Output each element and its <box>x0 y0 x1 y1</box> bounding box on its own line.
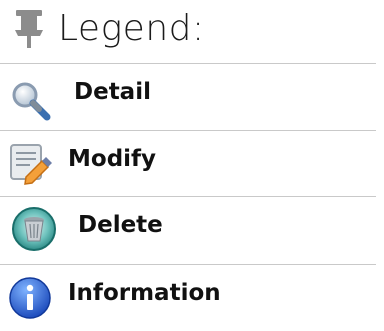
legend-item-modify: Modify <box>0 131 376 197</box>
legend-item-information: Information <box>0 265 376 331</box>
legend-title: Legend: <box>58 8 205 49</box>
pushpin-icon <box>15 10 43 48</box>
legend-item-delete: Delete <box>0 197 376 263</box>
edit-document-icon <box>10 144 52 185</box>
info-icon <box>9 277 51 319</box>
magnifier-icon <box>12 82 51 121</box>
legend-item-detail: Detail <box>0 64 376 130</box>
legend-item-label: Detail <box>74 79 151 105</box>
trash-bin-icon <box>12 207 56 251</box>
legend-item-label: Delete <box>78 212 163 238</box>
legend-item-label: Modify <box>68 146 157 172</box>
legend-header: Legend: <box>0 0 384 62</box>
legend-item-label: Information <box>68 280 221 306</box>
